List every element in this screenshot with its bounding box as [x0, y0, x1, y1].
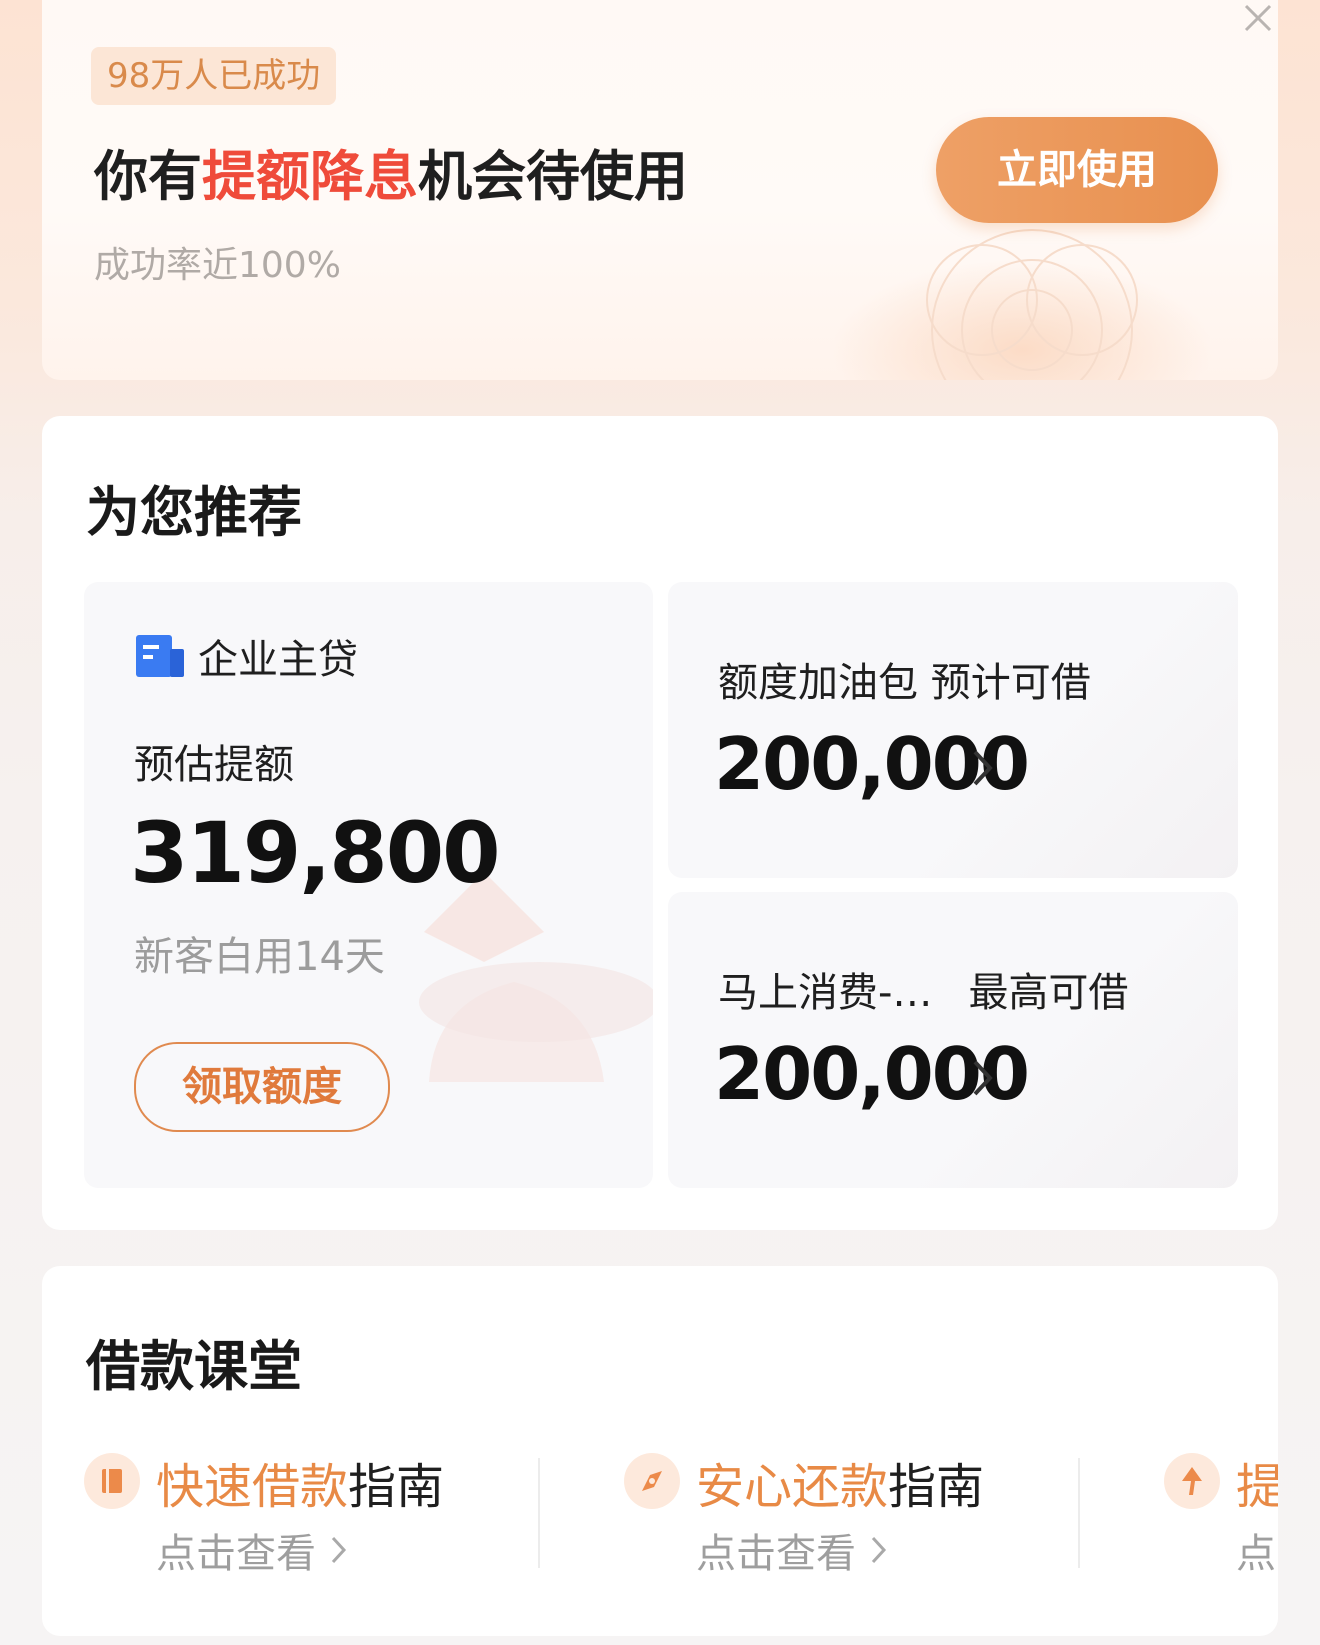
claim-limit-button[interactable]: 领取额度	[134, 1042, 390, 1132]
chevron-right-icon	[973, 1060, 993, 1096]
guide-title: 快速借款指南	[156, 1447, 444, 1517]
product-name-text: 企业主贷	[198, 637, 358, 683]
guide-link-text: 点	[1236, 1531, 1276, 1577]
guide-safe-repay[interactable]: 安心还款指南 点击查看	[624, 1453, 1064, 1593]
guide-title-highlight: 提	[1236, 1459, 1278, 1515]
compass-icon	[624, 1453, 680, 1509]
estimate-amount: 319,800	[130, 804, 501, 902]
guide-title: 提	[1236, 1453, 1278, 1517]
success-count-badge: 98万人已成功	[91, 47, 337, 105]
estimate-label: 预估提额	[134, 742, 294, 788]
guide-title: 安心还款指南	[696, 1447, 984, 1517]
divider	[1078, 1458, 1080, 1568]
document-icon	[136, 635, 184, 677]
new-customer-note: 新客白用14天	[134, 934, 385, 980]
close-icon[interactable]	[1240, 0, 1276, 36]
classroom-title: 借款课堂	[86, 1335, 302, 1398]
product-card-name: 额度加油包	[718, 660, 918, 706]
recommend-section: 为您推荐 企业主贷 预估提额 319,800 新客白用14天 领取额度 额度加油…	[42, 416, 1278, 1230]
guide-title-rest: 指南	[888, 1459, 985, 1515]
guide-title-rest: 指南	[348, 1459, 445, 1515]
guide-title-highlight: 快速借款	[156, 1459, 349, 1515]
guide-link[interactable]: 点	[1236, 1521, 1276, 1579]
product-card-title: 马上消费-… 最高可借	[718, 960, 1128, 1018]
book-icon	[84, 1453, 140, 1509]
guide-link[interactable]: 点击查看	[156, 1521, 348, 1579]
product-card-label: 最高可借	[968, 970, 1129, 1016]
product-card-label: 预计可借	[930, 660, 1091, 706]
use-now-button[interactable]: 立即使用	[936, 117, 1218, 223]
promo-title-post: 机会待使用	[418, 145, 688, 208]
guide-link-text: 点击查看	[156, 1531, 316, 1577]
chevron-right-icon	[331, 1536, 347, 1564]
guide-fast-loan[interactable]: 快速借款指南 点击查看	[84, 1453, 524, 1593]
product-card-refuel[interactable]: 额度加油包 预计可借 200,000	[668, 582, 1238, 878]
guide-link-text: 点击查看	[696, 1531, 856, 1577]
promo-banner: 98万人已成功 你有提额降息机会待使用 成功率近100% 立即使用	[42, 0, 1278, 380]
product-card-name: 马上消费-…	[718, 970, 933, 1016]
guide-link[interactable]: 点击查看	[696, 1521, 888, 1579]
promo-subtitle: 成功率近100%	[94, 245, 341, 286]
loan-classroom-section: 借款课堂 快速借款指南 点击查看 安心还款指南 点击查看 提 点	[42, 1266, 1278, 1636]
product-card-title: 额度加油包 预计可借	[718, 650, 1091, 708]
product-card-msxf[interactable]: 马上消费-… 最高可借 200,000	[668, 892, 1238, 1188]
guide-title-highlight: 安心还款	[696, 1459, 889, 1515]
recommend-title: 为您推荐	[86, 481, 302, 544]
main-product-card[interactable]: 企业主贷 预估提额 319,800 新客白用14天 领取额度	[84, 582, 653, 1188]
product-name: 企业主贷	[136, 632, 358, 683]
chevron-right-icon	[973, 750, 993, 786]
guide-raise-limit[interactable]: 提 点	[1164, 1453, 1278, 1593]
promo-title-pre: 你有	[94, 145, 202, 208]
divider	[538, 1458, 540, 1568]
promo-title-highlight: 提额降息	[202, 145, 418, 208]
arrow-up-icon	[1164, 1453, 1220, 1509]
chevron-right-icon	[871, 1536, 887, 1564]
promo-title: 你有提额降息机会待使用	[94, 132, 688, 211]
